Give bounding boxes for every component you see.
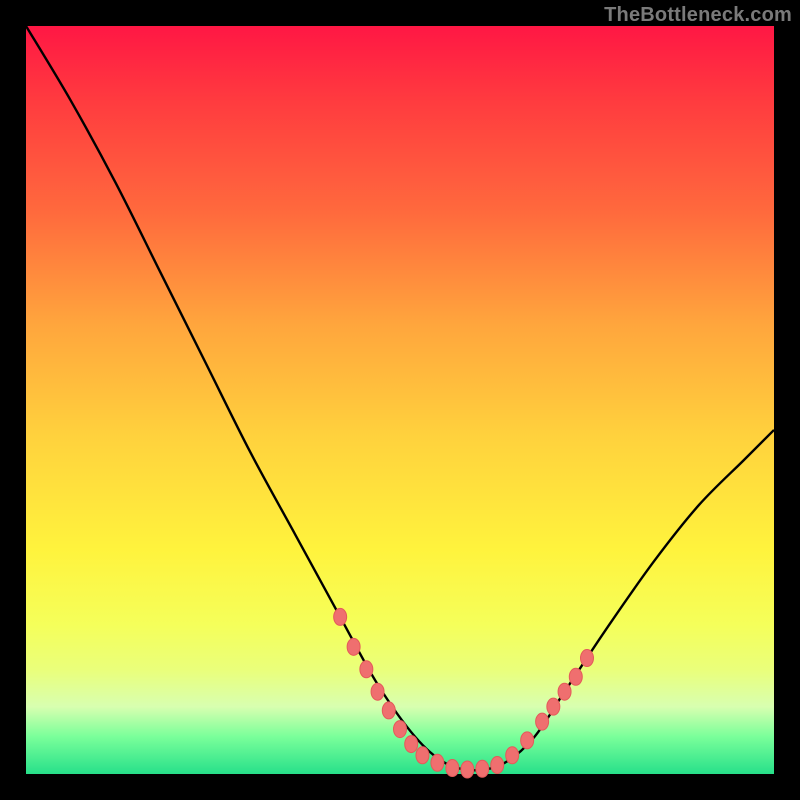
data-marker: [506, 747, 519, 764]
data-marker: [382, 702, 395, 719]
watermark-text: TheBottleneck.com: [604, 4, 792, 27]
data-marker: [446, 760, 459, 777]
data-marker: [558, 683, 571, 700]
data-marker: [536, 713, 549, 730]
data-marker: [581, 650, 594, 667]
data-marker: [569, 668, 582, 685]
data-marker: [334, 608, 347, 625]
data-marker: [371, 683, 384, 700]
bottleneck-curve: [26, 26, 774, 770]
data-marker: [431, 754, 444, 771]
data-marker: [347, 638, 360, 655]
data-marker: [461, 761, 474, 778]
chart-svg: [26, 26, 774, 774]
data-marker: [521, 732, 534, 749]
data-marker: [416, 747, 429, 764]
chart-frame: TheBottleneck.com: [0, 0, 800, 800]
data-marker: [405, 736, 418, 753]
data-marker: [476, 760, 489, 777]
data-marker: [547, 698, 560, 715]
data-marker: [491, 757, 504, 774]
data-marker: [360, 661, 373, 678]
data-marker: [394, 721, 407, 738]
marker-group: [334, 608, 594, 778]
